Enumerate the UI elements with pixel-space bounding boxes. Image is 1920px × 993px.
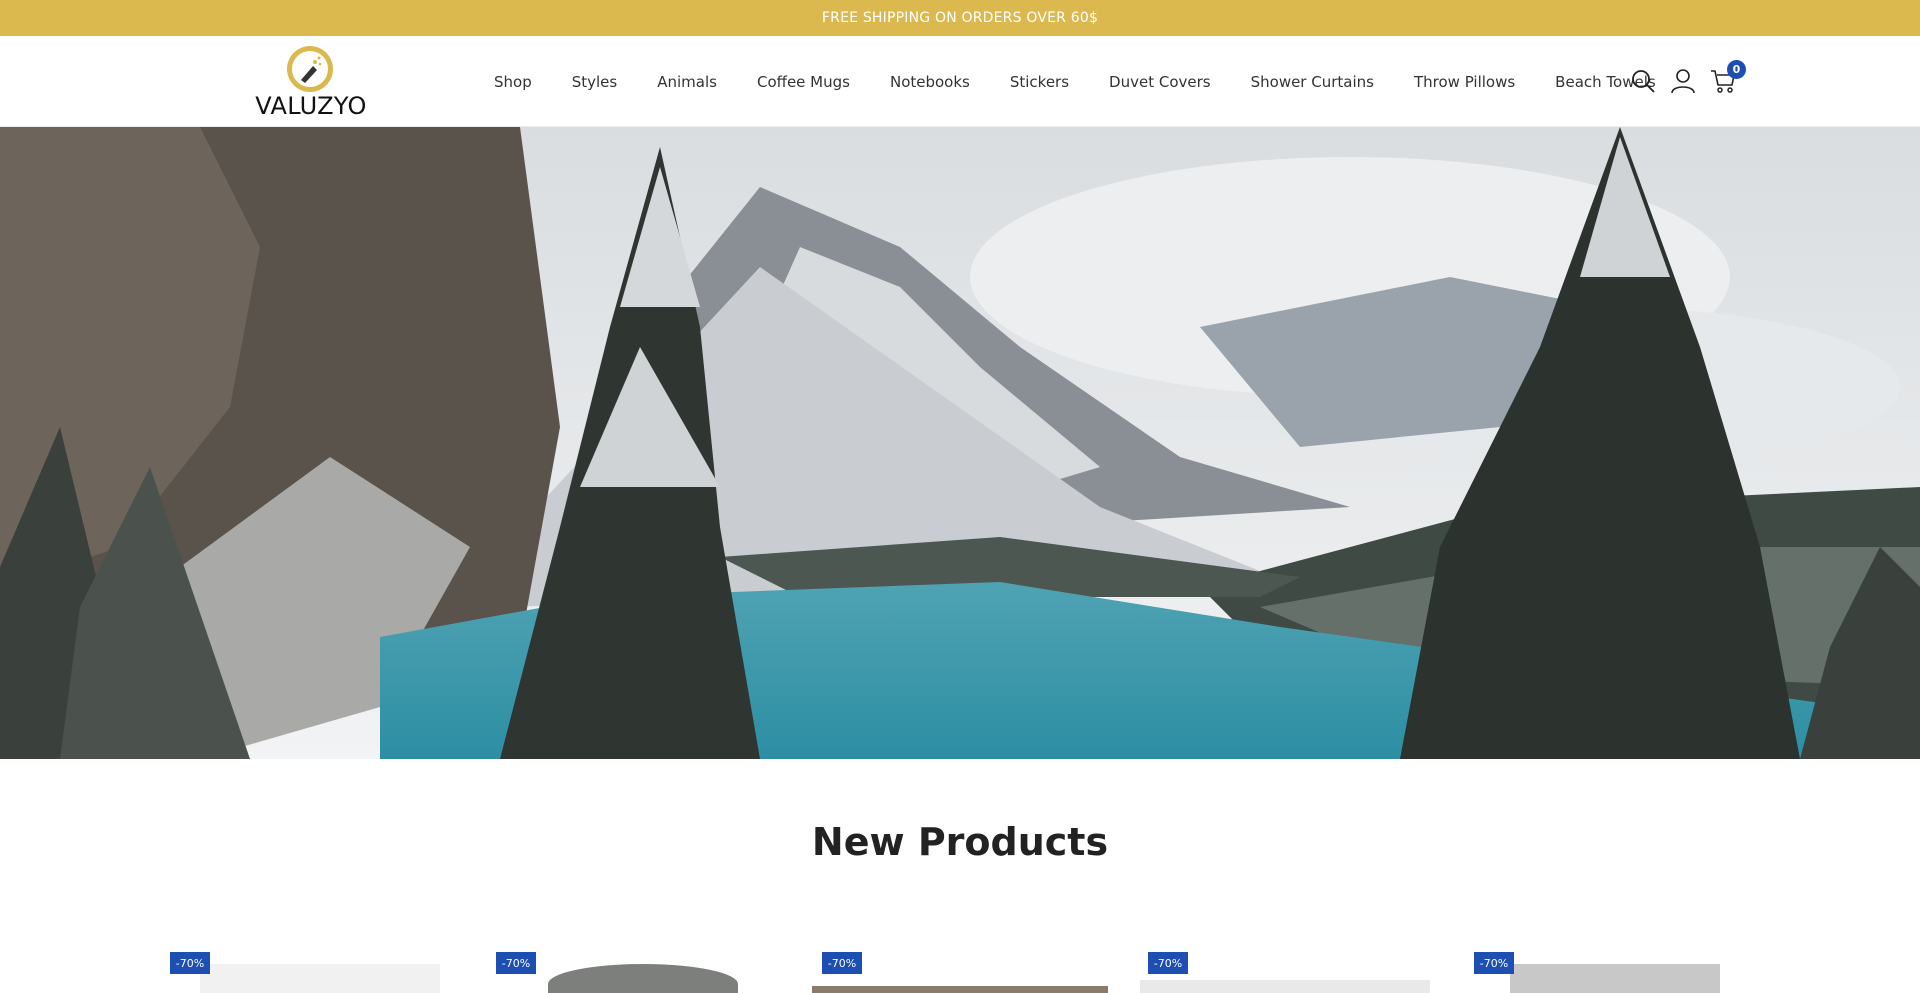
product-grid: -70% -70% -70% -70% -70% — [0, 950, 1920, 993]
discount-badge: -70% — [1474, 952, 1514, 974]
logo[interactable]: VALUZYO — [252, 44, 370, 122]
product-image — [1140, 980, 1430, 993]
product-image — [548, 964, 738, 993]
product-card[interactable]: -70% — [812, 950, 1122, 993]
announcement-text: FREE SHIPPING ON ORDERS OVER 60$ — [821, 10, 1099, 26]
nav-coffee-mugs[interactable]: Coffee Mugs — [757, 73, 850, 91]
nav-styles[interactable]: Styles — [572, 73, 618, 91]
logo-text: VALUZYO — [255, 92, 367, 120]
product-card[interactable]: -70% — [170, 950, 470, 993]
product-card[interactable]: -70% — [1140, 950, 1448, 993]
product-image — [1510, 964, 1720, 993]
header-icons: 0 — [1630, 60, 1750, 100]
nav-throw-pillows[interactable]: Throw Pillows — [1414, 73, 1515, 91]
product-image — [200, 964, 440, 993]
user-icon[interactable] — [1670, 68, 1696, 94]
nav-duvet-covers[interactable]: Duvet Covers — [1109, 73, 1211, 91]
product-card[interactable]: -70% — [496, 950, 796, 993]
site-header: VALUZYO Shop Styles Animals Coffee Mugs … — [0, 36, 1920, 127]
product-image — [812, 986, 1108, 993]
hero-banner[interactable] — [0, 127, 1920, 759]
cart-icon[interactable]: 0 — [1710, 60, 1746, 94]
section-title: New Products — [811, 820, 1109, 864]
discount-badge: -70% — [496, 952, 536, 974]
logo-mark-icon — [287, 46, 333, 92]
nav-stickers[interactable]: Stickers — [1010, 73, 1069, 91]
announcement-bar: FREE SHIPPING ON ORDERS OVER 60$ — [0, 0, 1920, 36]
nav-shower-curtains[interactable]: Shower Curtains — [1251, 73, 1374, 91]
hero-landscape-image — [0, 127, 1920, 759]
cart-count-badge: 0 — [1727, 60, 1746, 79]
nav-animals[interactable]: Animals — [657, 73, 717, 91]
nav-shop[interactable]: Shop — [494, 73, 532, 91]
main-nav: Shop Styles Animals Coffee Mugs Notebook… — [494, 36, 1656, 127]
nav-notebooks[interactable]: Notebooks — [890, 73, 970, 91]
product-card[interactable]: -70% — [1474, 950, 1774, 993]
discount-badge: -70% — [822, 952, 862, 974]
discount-badge: -70% — [170, 952, 210, 974]
search-icon[interactable] — [1630, 68, 1656, 94]
discount-badge: -70% — [1148, 952, 1188, 974]
